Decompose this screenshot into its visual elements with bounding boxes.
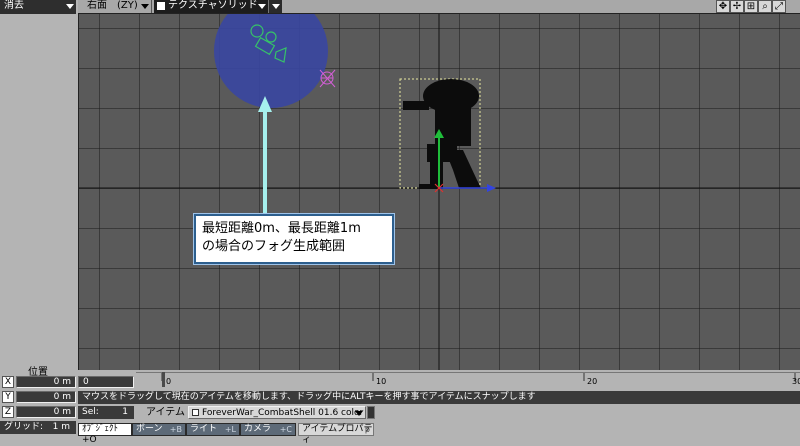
mode-objects-button[interactable]: ｵﾌﾞｼﾞｪｸﾄ+O <box>78 423 132 445</box>
z-axis-arrow <box>487 184 496 192</box>
current-item-dropdown[interactable]: ForeverWar_CombatShell 01.6 color ... <box>188 406 366 430</box>
left-panel <box>0 0 78 392</box>
view-type-label: 右面 (ZY) <box>87 0 138 11</box>
mode-objects-shortcut: +O <box>82 435 97 445</box>
timeline-tick-0: 0 <box>166 377 172 386</box>
mode-cameras-button[interactable]: カメラ +C <box>240 423 296 436</box>
mode-lights-shortcut: +L <box>224 425 236 434</box>
mode-bones-button[interactable]: ボーン +B <box>132 423 186 436</box>
mode-lights-label: ライト <box>190 424 218 434</box>
current-frame-field[interactable]: 0 <box>78 376 134 388</box>
viewport-scene <box>79 0 800 370</box>
z-position-field[interactable]: 0 m <box>16 406 76 418</box>
character-model <box>403 79 481 189</box>
grid-size-field[interactable]: グリッド: 1 m <box>0 421 76 434</box>
status-bar: マウスをドラッグして現在のアイテムを移動します、ドラッグ中にALTキーを押す事で… <box>78 391 800 404</box>
selection-count: Sel: 1 <box>78 406 134 419</box>
rotate-icon[interactable]: ✢ <box>730 0 744 13</box>
mode-bones-shortcut: +B <box>169 425 182 434</box>
edit-menu-label: 消去 <box>4 0 24 11</box>
grid-value: 1 m <box>52 422 70 432</box>
chevron-down-icon <box>355 411 363 416</box>
timeline-tick-30: 30 <box>792 377 800 386</box>
sel-label: Sel: <box>82 407 99 417</box>
fog-range-sphere <box>214 0 328 108</box>
render-mode-dropdown[interactable]: テクスチャソリッド <box>154 0 268 13</box>
timeline-playhead[interactable] <box>162 372 165 387</box>
object-icon <box>192 409 199 416</box>
mode-bones-label: ボーン <box>136 424 163 434</box>
timeline-tick-20: 20 <box>587 377 598 386</box>
mode-objects-label: ｵﾌﾞｼﾞｪｸﾄ <box>82 424 119 434</box>
x-axis-label: X <box>2 376 14 388</box>
chevron-down-icon <box>272 4 280 9</box>
magnify-icon[interactable]: ⌕ <box>758 0 772 13</box>
move-icon[interactable]: ✥ <box>716 0 730 13</box>
zoom-icon[interactable]: ⊞ <box>744 0 758 13</box>
y-axis-label: Y <box>2 391 14 403</box>
fog-range-callout: 最短距離0m、最長距離1m の場合のフォグ生成範囲 <box>194 214 394 264</box>
z-axis-label: Z <box>2 406 14 418</box>
mode-lights-button[interactable]: ライト +L <box>186 423 240 436</box>
item-label: アイテム <box>146 407 185 418</box>
x-position-field[interactable]: 0 m <box>16 376 76 388</box>
view-type-dropdown[interactable]: 右面 (ZY) <box>84 0 152 13</box>
callout-line-2: の場合のフォグ生成範囲 <box>202 239 346 254</box>
maximize-icon[interactable]: ⤢ <box>772 0 786 13</box>
mode-cameras-label: カメラ <box>244 424 272 434</box>
render-mode-label: テクスチャソリッド <box>168 0 258 11</box>
chevron-down-icon <box>141 4 149 9</box>
grid-label: グリッド: <box>4 422 44 432</box>
sel-value: 1 <box>122 407 128 417</box>
mode-cameras-shortcut: +C <box>279 425 292 434</box>
item-properties-shortcut: p <box>364 425 370 434</box>
viewport-header: 右面 (ZY) テクスチャソリッド ✥ ✢ ⊞ ⌕ ⤢ <box>78 0 800 14</box>
item-properties-label: アイテムプロパティ <box>302 424 373 445</box>
timeline-tick-10: 10 <box>376 377 387 386</box>
render-style-icon <box>157 2 165 10</box>
y-position-field[interactable]: 0 m <box>16 391 76 403</box>
item-properties-button[interactable]: アイテムプロパティ p <box>298 423 374 445</box>
light-icon <box>319 69 336 88</box>
viewport[interactable] <box>78 0 800 370</box>
chevron-down-icon <box>258 4 266 9</box>
render-options-dropdown[interactable] <box>268 0 282 13</box>
edit-menu-dropdown[interactable]: 消去 <box>0 0 76 14</box>
item-menu-button[interactable] <box>367 406 375 419</box>
chevron-down-icon <box>66 4 74 9</box>
timeline-slider[interactable]: 0 10 20 30 <box>136 372 800 388</box>
callout-line-1: 最短距離0m、最長距離1m <box>202 221 361 236</box>
